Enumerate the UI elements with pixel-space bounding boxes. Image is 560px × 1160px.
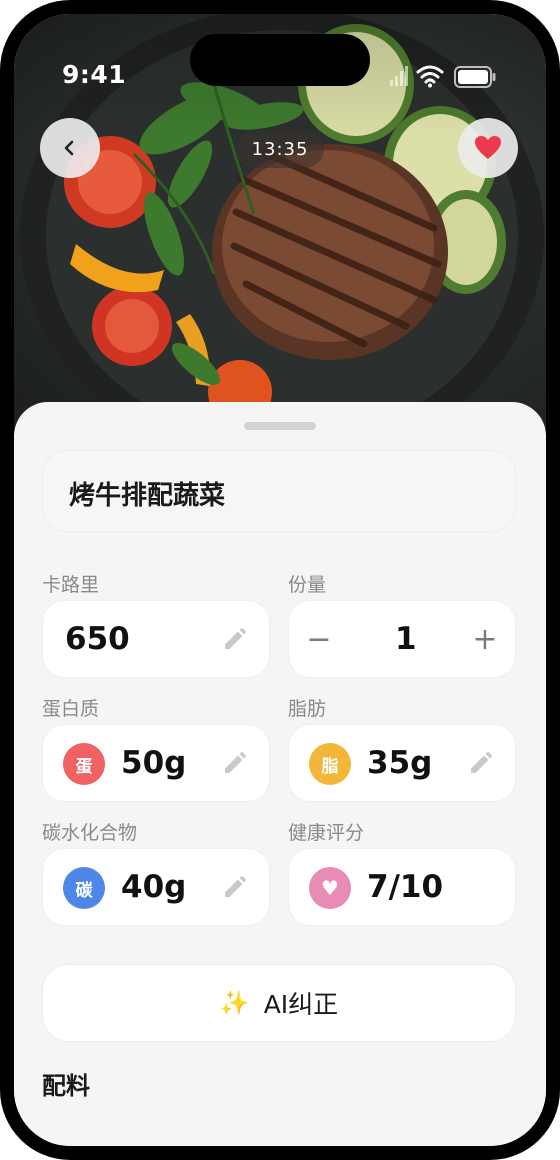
ai-correct-label: AI纠正 [263, 990, 339, 1019]
recipe-name-field[interactable]: 烤牛排配蔬菜 [42, 450, 516, 532]
screen: 9:41 13:35 烤牛排配蔬菜 卡路里 650 份量 − 1 + 蛋白质 蛋… [14, 14, 546, 1146]
pencil-icon[interactable] [467, 751, 493, 777]
carbs-value: 40g [121, 869, 187, 905]
dynamic-island [190, 34, 370, 86]
recipe-name: 烤牛排配蔬菜 [69, 481, 226, 511]
status-bar: 9:41 [14, 14, 546, 94]
fat-value: 35g [367, 745, 433, 781]
servings-value: 1 [395, 621, 417, 657]
servings-decrement-button[interactable]: − [299, 619, 339, 659]
calories-value: 650 [65, 621, 130, 657]
carbs-label: 碳水化合物 [42, 822, 138, 844]
protein-badge-icon: 蛋 [63, 743, 105, 785]
health-score-value: 7/10 [367, 869, 444, 905]
protein-label: 蛋白质 [42, 698, 100, 720]
detail-sheet: 烤牛排配蔬菜 卡路里 650 份量 − 1 + 蛋白质 蛋 50g 脂肪 脂 3… [14, 402, 546, 1146]
servings-stepper: − 1 + [288, 600, 516, 678]
favorite-button[interactable] [458, 118, 518, 178]
photo-timer-chip: 13:35 [236, 130, 324, 168]
fat-badge-icon: 脂 [309, 743, 351, 785]
health-heart-icon: ♥ [309, 867, 351, 909]
heart-icon [475, 136, 501, 159]
sheet-drag-handle[interactable] [244, 422, 316, 430]
health-score-card: ♥ 7/10 [288, 848, 516, 926]
back-button[interactable] [40, 118, 100, 178]
protein-value: 50g [121, 745, 187, 781]
pencil-icon[interactable] [221, 875, 247, 901]
phone-frame: 9:41 13:35 烤牛排配蔬菜 卡路里 650 份量 − 1 + 蛋白质 蛋… [0, 0, 560, 1160]
back-chevron-icon [64, 140, 74, 156]
calories-card[interactable]: 650 [42, 600, 270, 678]
calories-label: 卡路里 [42, 574, 100, 596]
protein-card[interactable]: 蛋 50g [42, 724, 270, 802]
wifi-icon [416, 65, 444, 88]
fat-label: 脂肪 [288, 698, 327, 720]
pencil-icon[interactable] [221, 751, 247, 777]
ai-correct-button[interactable]: ✨ AI纠正 [42, 964, 516, 1042]
health-score-label: 健康评分 [288, 822, 365, 844]
carbs-card[interactable]: 碳 40g [42, 848, 270, 926]
servings-increment-button[interactable]: + [465, 619, 505, 659]
battery-icon [454, 66, 496, 88]
pencil-icon[interactable] [221, 627, 247, 653]
status-time: 9:41 [62, 60, 127, 89]
ingredients-heading: 配料 [42, 1072, 90, 1100]
signal-icon [390, 66, 408, 86]
carbs-badge-icon: 碳 [63, 867, 105, 909]
sparkles-icon: ✨ [219, 989, 250, 1017]
fat-card[interactable]: 脂 35g [288, 724, 516, 802]
servings-label: 份量 [288, 574, 327, 596]
